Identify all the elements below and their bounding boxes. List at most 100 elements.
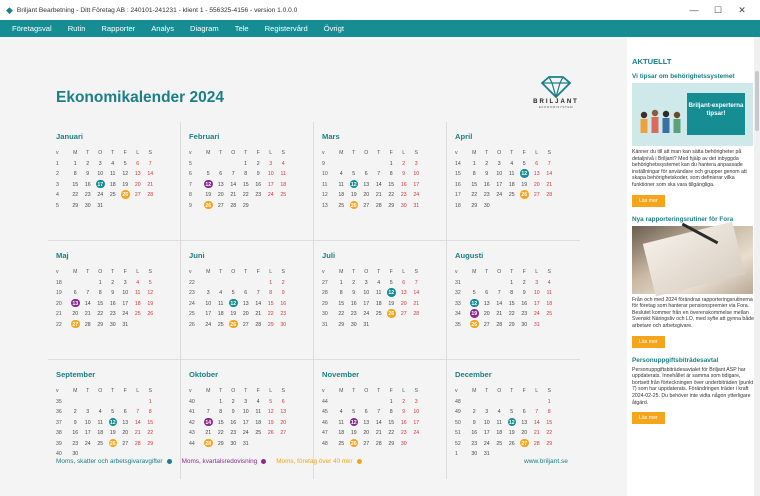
day-cell: 4: [377, 279, 381, 286]
menu-tele[interactable]: Tele: [227, 24, 257, 33]
day-cell: 27: [217, 202, 224, 209]
day-cell: 8: [389, 409, 393, 416]
day-cell: 21: [255, 311, 262, 318]
day-cell: 29: [147, 440, 154, 447]
weekday-header: L: [402, 388, 406, 395]
day-cell: 28: [134, 440, 141, 447]
week-number: 23: [189, 290, 195, 297]
week-number: 14: [455, 160, 461, 167]
week-number: 39: [56, 440, 62, 447]
weekday-header: S: [547, 269, 551, 276]
read-more-button[interactable]: Läs mer: [632, 335, 665, 348]
menu-diagram[interactable]: Diagram: [182, 24, 227, 33]
day-cell: 25: [508, 192, 515, 199]
weekday-header: T: [510, 269, 514, 276]
day-cell: 11: [509, 171, 515, 178]
weekday-header: S: [281, 388, 285, 395]
week-number: 11: [322, 181, 328, 188]
day-cell: 4: [497, 409, 501, 416]
day-cell: 26: [107, 438, 120, 449]
day-cell: 2: [402, 160, 406, 167]
maximize-button[interactable]: ☐: [706, 5, 730, 16]
weekday-header: F: [389, 150, 393, 157]
menu-ovrigt[interactable]: Övrigt: [316, 24, 352, 33]
menu-foretagsval[interactable]: Företagsval: [4, 24, 60, 33]
month-days-grid: v M T O T F L S 27 1 2 3 4 5 6 7 28 8 9 10 11 12 13 14 29 15 16 17 1…: [322, 267, 446, 330]
article-text: Känner du till att man kan sätta behörig…: [632, 149, 747, 188]
day-cell: 17: [94, 179, 107, 190]
month-name: September: [56, 370, 96, 379]
weekday-header: O: [98, 388, 103, 395]
weekday-header: F: [522, 150, 526, 157]
month-days-grid: v M T O T F L S 48 1 49 2 3 4 5 6 7 8 50 9 10 11 12 13 14 15 51 16 1…: [455, 386, 580, 460]
article-title[interactable]: Nya rapporteringsrutiner för Fora: [632, 216, 758, 223]
day-cell: 14: [413, 290, 420, 297]
weekday-header: T: [244, 150, 248, 157]
menu-rutin[interactable]: Rutin: [60, 24, 94, 33]
day-cell: 23: [230, 430, 237, 437]
read-more-button[interactable]: Läs mer: [632, 412, 665, 425]
read-more-button[interactable]: Läs mer: [632, 194, 665, 207]
day-cell: 28: [413, 311, 420, 318]
week-number: 47: [322, 430, 328, 437]
day-cell: 23: [400, 430, 407, 437]
scrollbar-thumb[interactable]: [755, 71, 759, 131]
day-cell: 13: [363, 419, 370, 426]
deadline-marker-orange: 27: [71, 319, 80, 329]
weekday-header: M: [206, 269, 211, 276]
article-title[interactable]: Personuppgiftsbiträdesavtal: [632, 357, 758, 364]
day-cell: 6: [281, 398, 285, 405]
menu-bar: Företagsval Rutin Rapporter Analys Diagr…: [0, 20, 760, 37]
day-cell: 27: [363, 440, 370, 447]
day-cell: 5: [352, 409, 356, 416]
day-cell: 26: [518, 190, 531, 200]
day-cell: 21: [533, 430, 540, 437]
legend-item-over-40mkr: Moms, företag över 40 mkr: [276, 458, 362, 465]
menu-analys[interactable]: Analys: [143, 24, 182, 33]
week-number: 6: [189, 171, 192, 178]
weekday-header: L: [535, 388, 539, 395]
close-button[interactable]: ✕: [730, 5, 754, 16]
month-days-grid: v M T O T F L S 22 1 2 23 3 4 5 6 7 8 9 24 10 11 12 13 14 15 16 25 1…: [189, 267, 313, 330]
day-cell: 17: [242, 419, 249, 426]
website-link[interactable]: www.briljant.se: [524, 458, 568, 465]
day-cell: 14: [533, 419, 540, 426]
day-cell: 20: [122, 430, 129, 437]
weekday-header: O: [497, 150, 502, 157]
day-cell: 25: [546, 311, 553, 318]
menu-registervard[interactable]: Registervård: [257, 24, 316, 33]
weekday-header: M: [73, 150, 78, 157]
day-cell: 13: [483, 300, 490, 307]
day-cell: 19: [350, 192, 357, 199]
day-cell: 27: [242, 321, 249, 328]
day-cell: 1: [389, 160, 393, 167]
day-cell: 13: [521, 419, 528, 426]
article-title[interactable]: Vi tipsar om behörighetssystemet: [632, 73, 758, 80]
day-cell: 27: [134, 192, 141, 199]
sidebar-scrollbar[interactable]: [754, 37, 760, 496]
day-cell: 27: [363, 202, 370, 209]
month-days-grid: v M T O T F L S 35 1 36 2 3 4 5 6 7 8 37 9 10 11 12 13 14 15 38 16 1…: [56, 386, 180, 460]
menu-rapporter[interactable]: Rapporter: [93, 24, 143, 33]
day-cell: 1: [472, 160, 476, 167]
deadline-marker-purple: 13: [71, 298, 80, 308]
week-number: 10: [322, 171, 328, 178]
day-cell: 9: [256, 171, 260, 178]
day-cell: 19: [267, 419, 274, 426]
image-caption: Briljant-experterna tipsar!: [687, 93, 745, 135]
legend-label: Moms, företag över 40 mkr: [276, 458, 353, 465]
deadline-marker-purple: 14: [204, 417, 213, 427]
day-cell: 26: [227, 319, 240, 330]
day-cell: 15: [217, 419, 224, 426]
day-cell: 1: [339, 279, 343, 286]
weekday-header: M: [472, 269, 477, 276]
day-cell: 22: [338, 311, 345, 318]
week-number: 30: [322, 311, 328, 318]
week-number: 43: [189, 430, 195, 437]
day-cell: 13: [242, 300, 249, 307]
week-number: 22: [189, 279, 195, 286]
week-number: 4: [56, 192, 59, 199]
minimize-button[interactable]: —: [682, 5, 706, 16]
week-number: 9: [322, 160, 325, 167]
weekday-header: S: [281, 269, 285, 276]
